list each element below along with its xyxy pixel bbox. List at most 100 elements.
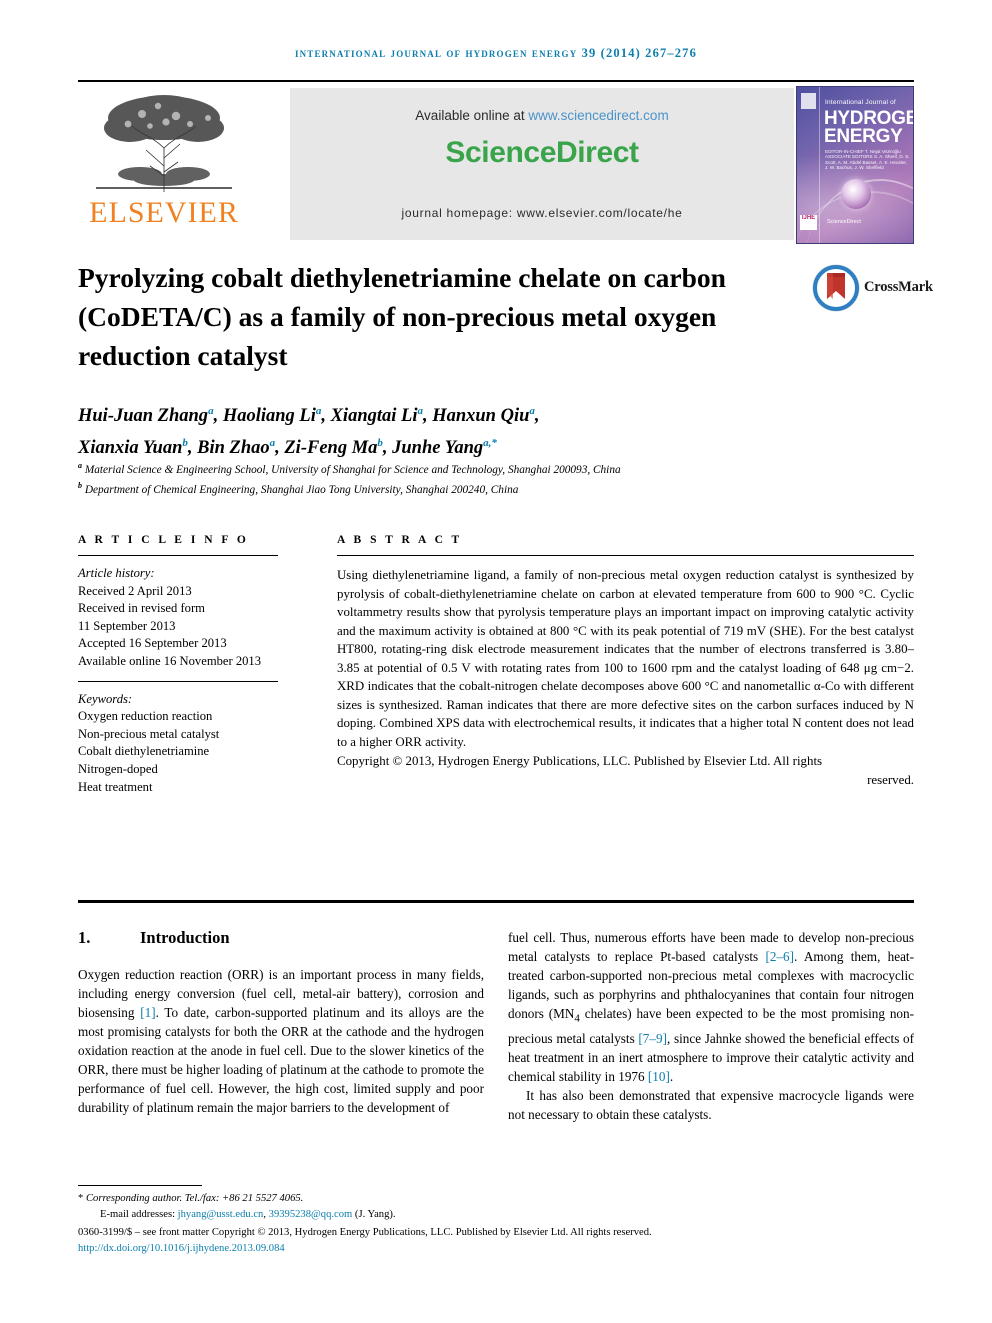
intro-paragraph: fuel cell. Thus, numerous efforts have b…: [508, 930, 914, 1084]
email-label: E-mail addresses:: [100, 1208, 176, 1220]
elsevier-logo: ELSEVIER: [80, 88, 280, 243]
footnote-divider: [78, 1185, 202, 1186]
section-title: Introduction: [140, 928, 230, 947]
cover-journal-prefix: International Journal of: [825, 99, 896, 106]
author-list: Hui-Juan Zhanga, Haoliang Lia, Xiangtai …: [78, 398, 778, 462]
elsevier-wordmark: ELSEVIER: [89, 196, 239, 229]
affiliation-item: b Department of Chemical Engineering, Sh…: [78, 478, 928, 498]
citation-link[interactable]: [10]: [648, 1069, 670, 1084]
article-history-block: Article history: Received 2 April 2013 R…: [78, 556, 278, 681]
keyword-item: Oxygen reduction reaction: [78, 709, 213, 724]
author-name: Hanxun Qiu: [432, 406, 530, 427]
available-online-text: Available online at www.sciencedirect.co…: [290, 108, 794, 123]
citation-link[interactable]: [2–6]: [765, 949, 794, 964]
sciencedirect-url-link[interactable]: www.sciencedirect.com: [528, 108, 668, 123]
issn-copyright-line: 0360-3199/$ – see front matter Copyright…: [78, 1227, 652, 1238]
author-item: Hui-Juan Zhanga,: [78, 405, 223, 427]
elsevier-tree-icon: [96, 95, 232, 192]
keyword-item: Heat treatment: [78, 779, 153, 794]
author-name: Bin Zhao: [197, 438, 270, 459]
author-separator: ,: [321, 406, 331, 427]
cover-sciencedirect-mark: ScienceDirect: [827, 219, 861, 225]
author-separator: ,: [382, 438, 393, 459]
crossmark-badge[interactable]: CrossMark: [812, 264, 933, 316]
author-name: Zi-Feng Ma: [284, 438, 378, 459]
author-name: Xianxia Yuan: [78, 438, 183, 459]
author-item: Hanxun Qiua,: [432, 405, 540, 427]
page-title: Pyrolyzing cobalt diethylenetriamine che…: [78, 262, 726, 371]
cover-elsevier-icon: [801, 93, 816, 109]
author-item: Junhe Yanga,*: [392, 437, 497, 458]
author-item: Haoliang Lia,: [222, 405, 331, 427]
history-item: Received in revised form: [78, 601, 205, 616]
article-info-heading: A R T I C L E I N F O: [78, 534, 249, 546]
introduction-left-column: Oxygen reduction reaction (ORR) is an im…: [78, 967, 485, 1115]
author-separator: ,: [534, 406, 540, 427]
sciencedirect-banner: Available online at www.sciencedirect.co…: [290, 88, 794, 240]
article-page: international journal of hydrogen energy…: [0, 0, 992, 1323]
journal-homepage-text[interactable]: journal homepage: www.elsevier.com/locat…: [290, 206, 794, 220]
corresponding-author-note: * Corresponding author. Tel./fax: +86 21…: [78, 1191, 938, 1207]
keyword-item: Cobalt diethylenetriamine: [78, 744, 210, 759]
affiliation-text: Material Science & Engineering School, U…: [84, 463, 621, 476]
crossmark-icon: [812, 264, 860, 312]
cover-title-line-2: ENERGY: [824, 126, 903, 147]
author-separator: ,: [275, 438, 285, 459]
affiliation-item: a Material Science & Engineering School,…: [78, 458, 928, 478]
article-info-section: A R T I C L E I N F O Article history: R…: [78, 534, 278, 806]
introduction-heading: 1. Introduction: [78, 928, 478, 948]
journal-cover-thumbnail: IJHE International Journal of HYDROG EN E…: [796, 86, 914, 244]
intro-paragraph: It has also been demonstrated that expen…: [508, 1087, 914, 1122]
keywords-label: Keywords:: [78, 691, 133, 706]
running-head: international journal of hydrogen energy…: [294, 46, 697, 60]
author-separator: ,: [422, 406, 433, 427]
author-name: Hui-Juan Zhang: [78, 406, 209, 427]
doi-link[interactable]: http://dx.doi.org/10.1016/j.ijhydene.201…: [78, 1241, 938, 1257]
email-link-secondary[interactable]: 39395238@qq.com: [269, 1209, 353, 1220]
copyright-main: Copyright © 2013, Hydrogen Energy Public…: [337, 754, 823, 768]
cover-orb-graphic: [841, 179, 871, 209]
asterisk-icon: *: [78, 1193, 84, 1204]
affiliation-mark: a: [78, 461, 82, 470]
email-link-primary[interactable]: jhyang@usst.edu.cn: [178, 1209, 264, 1220]
corresponding-author-text: Corresponding author. Tel./fax: +86 21 5…: [85, 1193, 304, 1204]
author-item: Bin Zhaoa,: [197, 437, 285, 459]
affiliation-text: Department of Chemical Engineering, Shan…: [84, 483, 519, 496]
author-name: Xiangtai Li: [330, 406, 418, 427]
citation-link[interactable]: [7–9]: [638, 1031, 667, 1046]
sciencedirect-logo[interactable]: ScienceDirect: [290, 136, 794, 170]
citation-link[interactable]: [1]: [140, 1005, 155, 1020]
abstract-heading: A B S T R A C T: [337, 534, 463, 546]
author-separator: ,: [187, 438, 198, 459]
keyword-item: Non-precious metal catalyst: [78, 726, 220, 741]
email-attribution: (J. Yang).: [354, 1208, 396, 1220]
cover-divider: [819, 87, 820, 243]
cover-ijhe-badge: IJHE: [800, 215, 817, 230]
author-item: Xiangtai Lia,: [330, 405, 433, 427]
affiliation-list: a Material Science & Engineering School,…: [78, 458, 928, 498]
history-item: Accepted 16 September 2013: [78, 636, 227, 651]
author-item: Zi-Feng Mab,: [284, 437, 393, 459]
abstract-copyright: Copyright © 2013, Hydrogen Energy Public…: [337, 751, 914, 789]
keywords-block: Keywords: Oxygen reduction reaction Non-…: [78, 682, 278, 807]
introduction-right-column: fuel cell. Thus, numerous efforts have b…: [508, 928, 914, 1124]
page-footer: * Corresponding author. Tel./fax: +86 21…: [78, 1191, 938, 1256]
affiliation-mark: b: [78, 480, 82, 490]
abstract-body: Using diethylenetriamine ligand, a famil…: [337, 568, 914, 749]
section-number: 1.: [78, 928, 91, 947]
journal-masthead: ELSEVIER Available online at www.science…: [78, 80, 914, 245]
copyright-tail: reserved.: [867, 772, 914, 787]
history-item: Received 2 April 2013: [78, 583, 192, 598]
cover-editor-list: EDITOR-IN-CHIEF T. Nejat Veziroğlu ASSOC…: [825, 149, 910, 171]
history-item: 11 September 2013: [78, 618, 176, 633]
abstract-section: A B S T R A C T Using diethylenetriamine…: [337, 534, 914, 789]
author-affiliation-mark: a,*: [483, 437, 497, 450]
article-history-label: Article history:: [78, 566, 155, 580]
crossmark-label: CrossMark: [864, 279, 933, 295]
email-line: E-mail addresses: jhyang@usst.edu.cn, 39…: [100, 1208, 396, 1220]
author-name: Haoliang Li: [222, 406, 316, 427]
author-separator: ,: [213, 406, 223, 427]
keyword-item: Nitrogen-doped: [78, 761, 158, 776]
author-item: Xianxia Yuanb,: [78, 437, 198, 459]
introduction-divider: [78, 900, 914, 903]
